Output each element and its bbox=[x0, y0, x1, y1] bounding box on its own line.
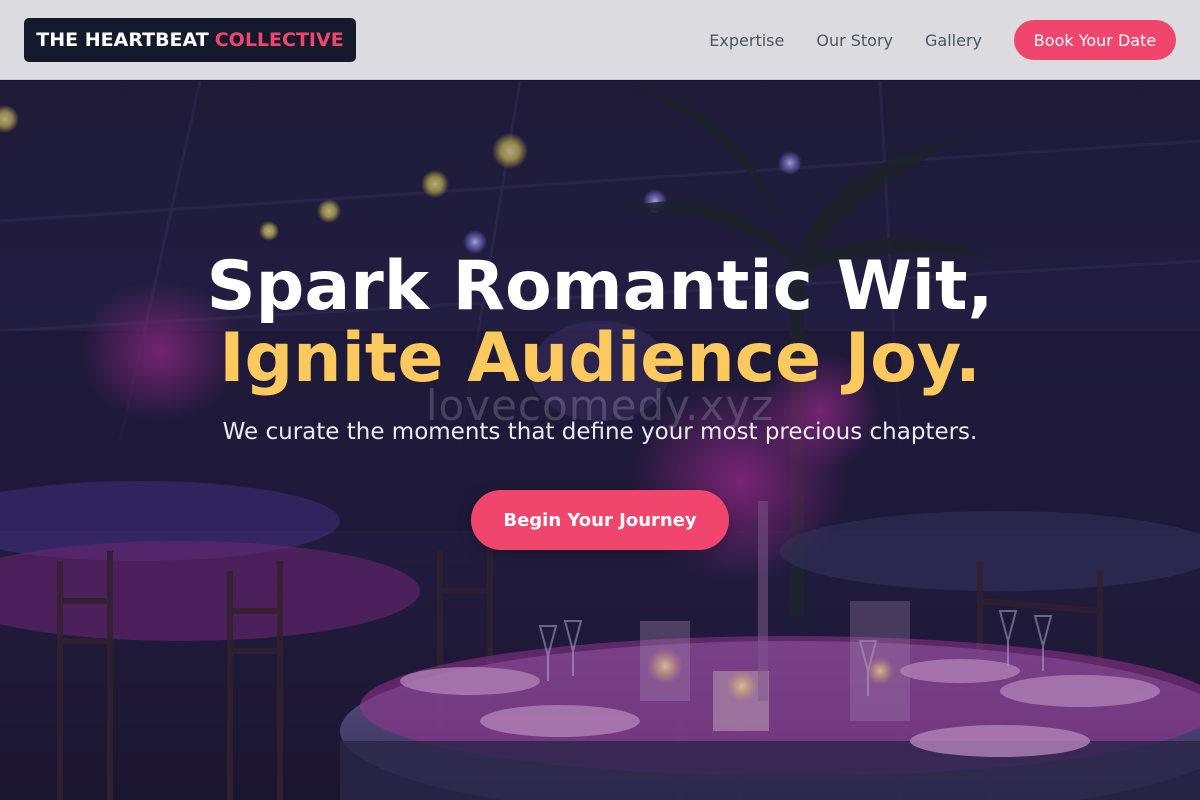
nav-link-gallery[interactable]: Gallery bbox=[925, 31, 982, 50]
landing-page: THE HEARTBEAT COLLECTIVE Expertise Our S… bbox=[0, 0, 1200, 800]
hero-section: lovecomedy.xyz Spark Romantic Wit, Ignit… bbox=[0, 81, 1200, 800]
nav-link-expertise[interactable]: Expertise bbox=[709, 31, 784, 50]
logo-accent-text: COLLECTIVE bbox=[214, 29, 344, 51]
main-nav: Expertise Our Story Gallery Book Your Da… bbox=[709, 0, 1176, 80]
hero-headline: Spark Romantic Wit, Ignite Audience Joy. bbox=[0, 251, 1200, 395]
headline-line-2: Ignite Audience Joy. bbox=[219, 319, 981, 398]
nav-link-our-story[interactable]: Our Story bbox=[816, 31, 893, 50]
site-header: THE HEARTBEAT COLLECTIVE Expertise Our S… bbox=[0, 0, 1200, 80]
brand-logo[interactable]: THE HEARTBEAT COLLECTIVE bbox=[24, 18, 356, 62]
begin-your-journey-button[interactable]: Begin Your Journey bbox=[471, 490, 729, 550]
book-your-date-button[interactable]: Book Your Date bbox=[1014, 20, 1176, 60]
logo-main-text: THE HEARTBEAT bbox=[36, 29, 209, 51]
hero-subheadline: We curate the moments that define your m… bbox=[222, 419, 978, 445]
headline-line-1: Spark Romantic Wit, bbox=[206, 247, 994, 326]
